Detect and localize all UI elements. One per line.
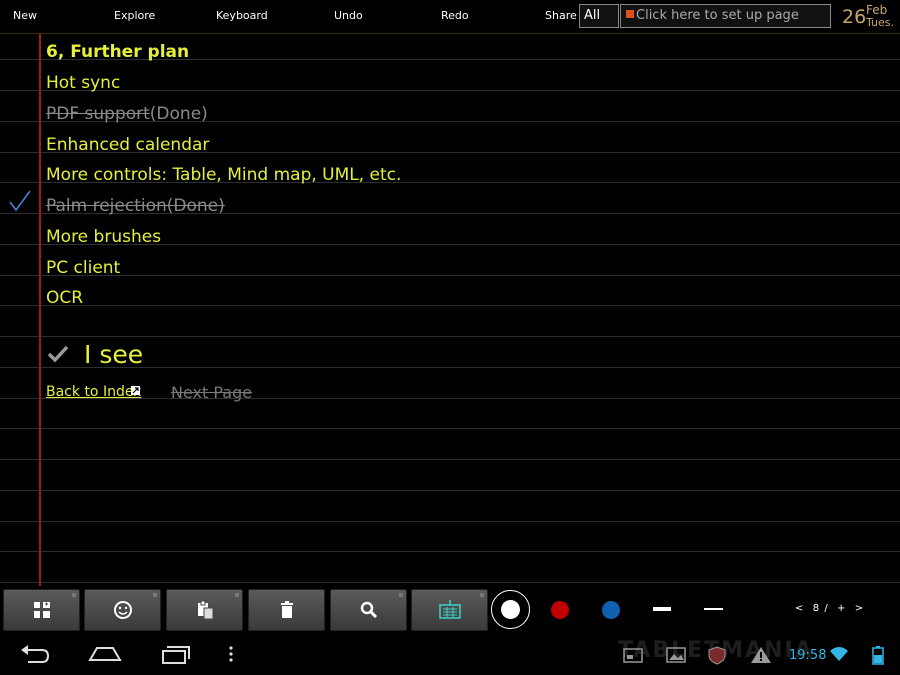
layout-button[interactable] bbox=[3, 589, 80, 631]
checkmark-icon[interactable] bbox=[46, 342, 70, 366]
overflow-menu-icon[interactable] bbox=[227, 642, 235, 666]
note-item-struck: PDF support bbox=[46, 104, 150, 124]
paste-icon bbox=[197, 600, 213, 620]
ruled-line bbox=[0, 521, 900, 522]
paste-button[interactable] bbox=[166, 589, 243, 631]
delete-button[interactable] bbox=[248, 589, 325, 631]
stroke-thick-button[interactable] bbox=[653, 607, 671, 611]
recent-apps-icon[interactable] bbox=[159, 642, 193, 666]
color-red-button[interactable] bbox=[551, 601, 569, 619]
bottom-toolbar: < 8 / + > bbox=[0, 586, 900, 634]
ruled-line bbox=[0, 459, 900, 460]
corner-mark bbox=[72, 593, 76, 597]
home-icon[interactable] bbox=[88, 642, 122, 666]
ruled-line bbox=[0, 305, 900, 306]
note-item: OCR bbox=[46, 288, 84, 308]
handwritten-check-icon bbox=[9, 190, 31, 212]
storage-icon bbox=[623, 648, 643, 663]
corner-mark bbox=[153, 593, 157, 597]
top-menu-bar: New Explore Keyboard Undo Redo Share All… bbox=[0, 0, 900, 34]
ruled-line bbox=[0, 336, 900, 337]
ruled-line bbox=[0, 551, 900, 552]
confirm-text: I see bbox=[84, 340, 144, 369]
smiley-icon bbox=[113, 601, 132, 619]
page-number: 8 bbox=[812, 603, 821, 614]
stroke-thin-button[interactable] bbox=[704, 608, 723, 610]
page-separator: / bbox=[824, 603, 829, 614]
external-link-icon bbox=[131, 386, 140, 395]
ruled-line bbox=[0, 275, 900, 276]
gallery-icon bbox=[666, 647, 686, 663]
color-blue-button[interactable] bbox=[602, 601, 620, 619]
emoji-button[interactable] bbox=[84, 589, 161, 631]
ruled-line bbox=[0, 90, 900, 91]
note-heading: 6, Further plan bbox=[46, 42, 190, 62]
note-item-suffix: (Done) bbox=[149, 104, 208, 124]
ruled-line bbox=[0, 428, 900, 429]
layout-icon bbox=[33, 602, 50, 618]
undo-button[interactable]: Undo bbox=[334, 9, 363, 22]
filter-select[interactable]: All bbox=[579, 4, 619, 28]
corner-mark bbox=[480, 593, 484, 597]
page-navigator: < 8 / + > bbox=[795, 603, 864, 614]
next-page-link[interactable]: Next Page bbox=[171, 383, 252, 402]
checkbox-icon bbox=[626, 10, 634, 18]
warning-icon bbox=[751, 647, 771, 663]
status-clock: 19:58 bbox=[789, 648, 827, 663]
date-weekday: Tues. bbox=[866, 16, 895, 29]
corner-mark bbox=[235, 593, 239, 597]
date-month: Feb bbox=[866, 3, 888, 17]
back-icon[interactable] bbox=[18, 642, 52, 666]
margin-line bbox=[39, 34, 41, 586]
search-button[interactable] bbox=[330, 589, 407, 631]
prev-page-button[interactable]: < bbox=[795, 603, 804, 614]
page-setup-field[interactable]: Click here to set up page bbox=[620, 4, 831, 28]
keyboard-icon bbox=[438, 600, 461, 619]
color-swatch-white bbox=[501, 600, 520, 619]
keyboard-button[interactable]: Keyboard bbox=[216, 9, 268, 22]
redo-button[interactable]: Redo bbox=[441, 9, 469, 22]
note-item: PC client bbox=[46, 258, 121, 278]
back-to-index-link[interactable]: Back to Index bbox=[46, 384, 141, 400]
search-icon bbox=[360, 601, 377, 619]
add-page-button[interactable]: + bbox=[837, 603, 846, 614]
new-button[interactable]: New bbox=[13, 9, 37, 22]
date-day: 26 bbox=[842, 6, 867, 28]
next-page-button[interactable]: > bbox=[855, 603, 864, 614]
note-item: More brushes bbox=[46, 227, 162, 247]
ruled-line bbox=[0, 490, 900, 491]
note-item: PDF support(Done) bbox=[46, 104, 208, 124]
note-item: Enhanced calendar bbox=[46, 135, 210, 155]
note-item: More controls: Table, Mind map, UML, etc… bbox=[46, 165, 402, 185]
ruled-line bbox=[0, 582, 900, 583]
trash-icon bbox=[280, 601, 293, 618]
keyboard-toggle-button[interactable] bbox=[411, 589, 488, 631]
battery-icon bbox=[872, 646, 884, 665]
page-setup-label: Click here to set up page bbox=[636, 8, 799, 23]
note-item: Hot sync bbox=[46, 73, 121, 93]
color-white-button[interactable] bbox=[491, 590, 530, 629]
share-button[interactable]: Share bbox=[545, 9, 577, 22]
note-page[interactable]: 6, Further plan Hot sync PDF support(Don… bbox=[0, 34, 900, 586]
security-icon bbox=[708, 646, 726, 665]
note-item-struck: Palm rejection(Done) bbox=[46, 196, 225, 216]
corner-mark bbox=[399, 593, 403, 597]
system-nav-bar: TABLETMANIA 19:58 bbox=[0, 634, 900, 675]
wifi-icon bbox=[830, 647, 848, 661]
explore-button[interactable]: Explore bbox=[114, 9, 155, 22]
